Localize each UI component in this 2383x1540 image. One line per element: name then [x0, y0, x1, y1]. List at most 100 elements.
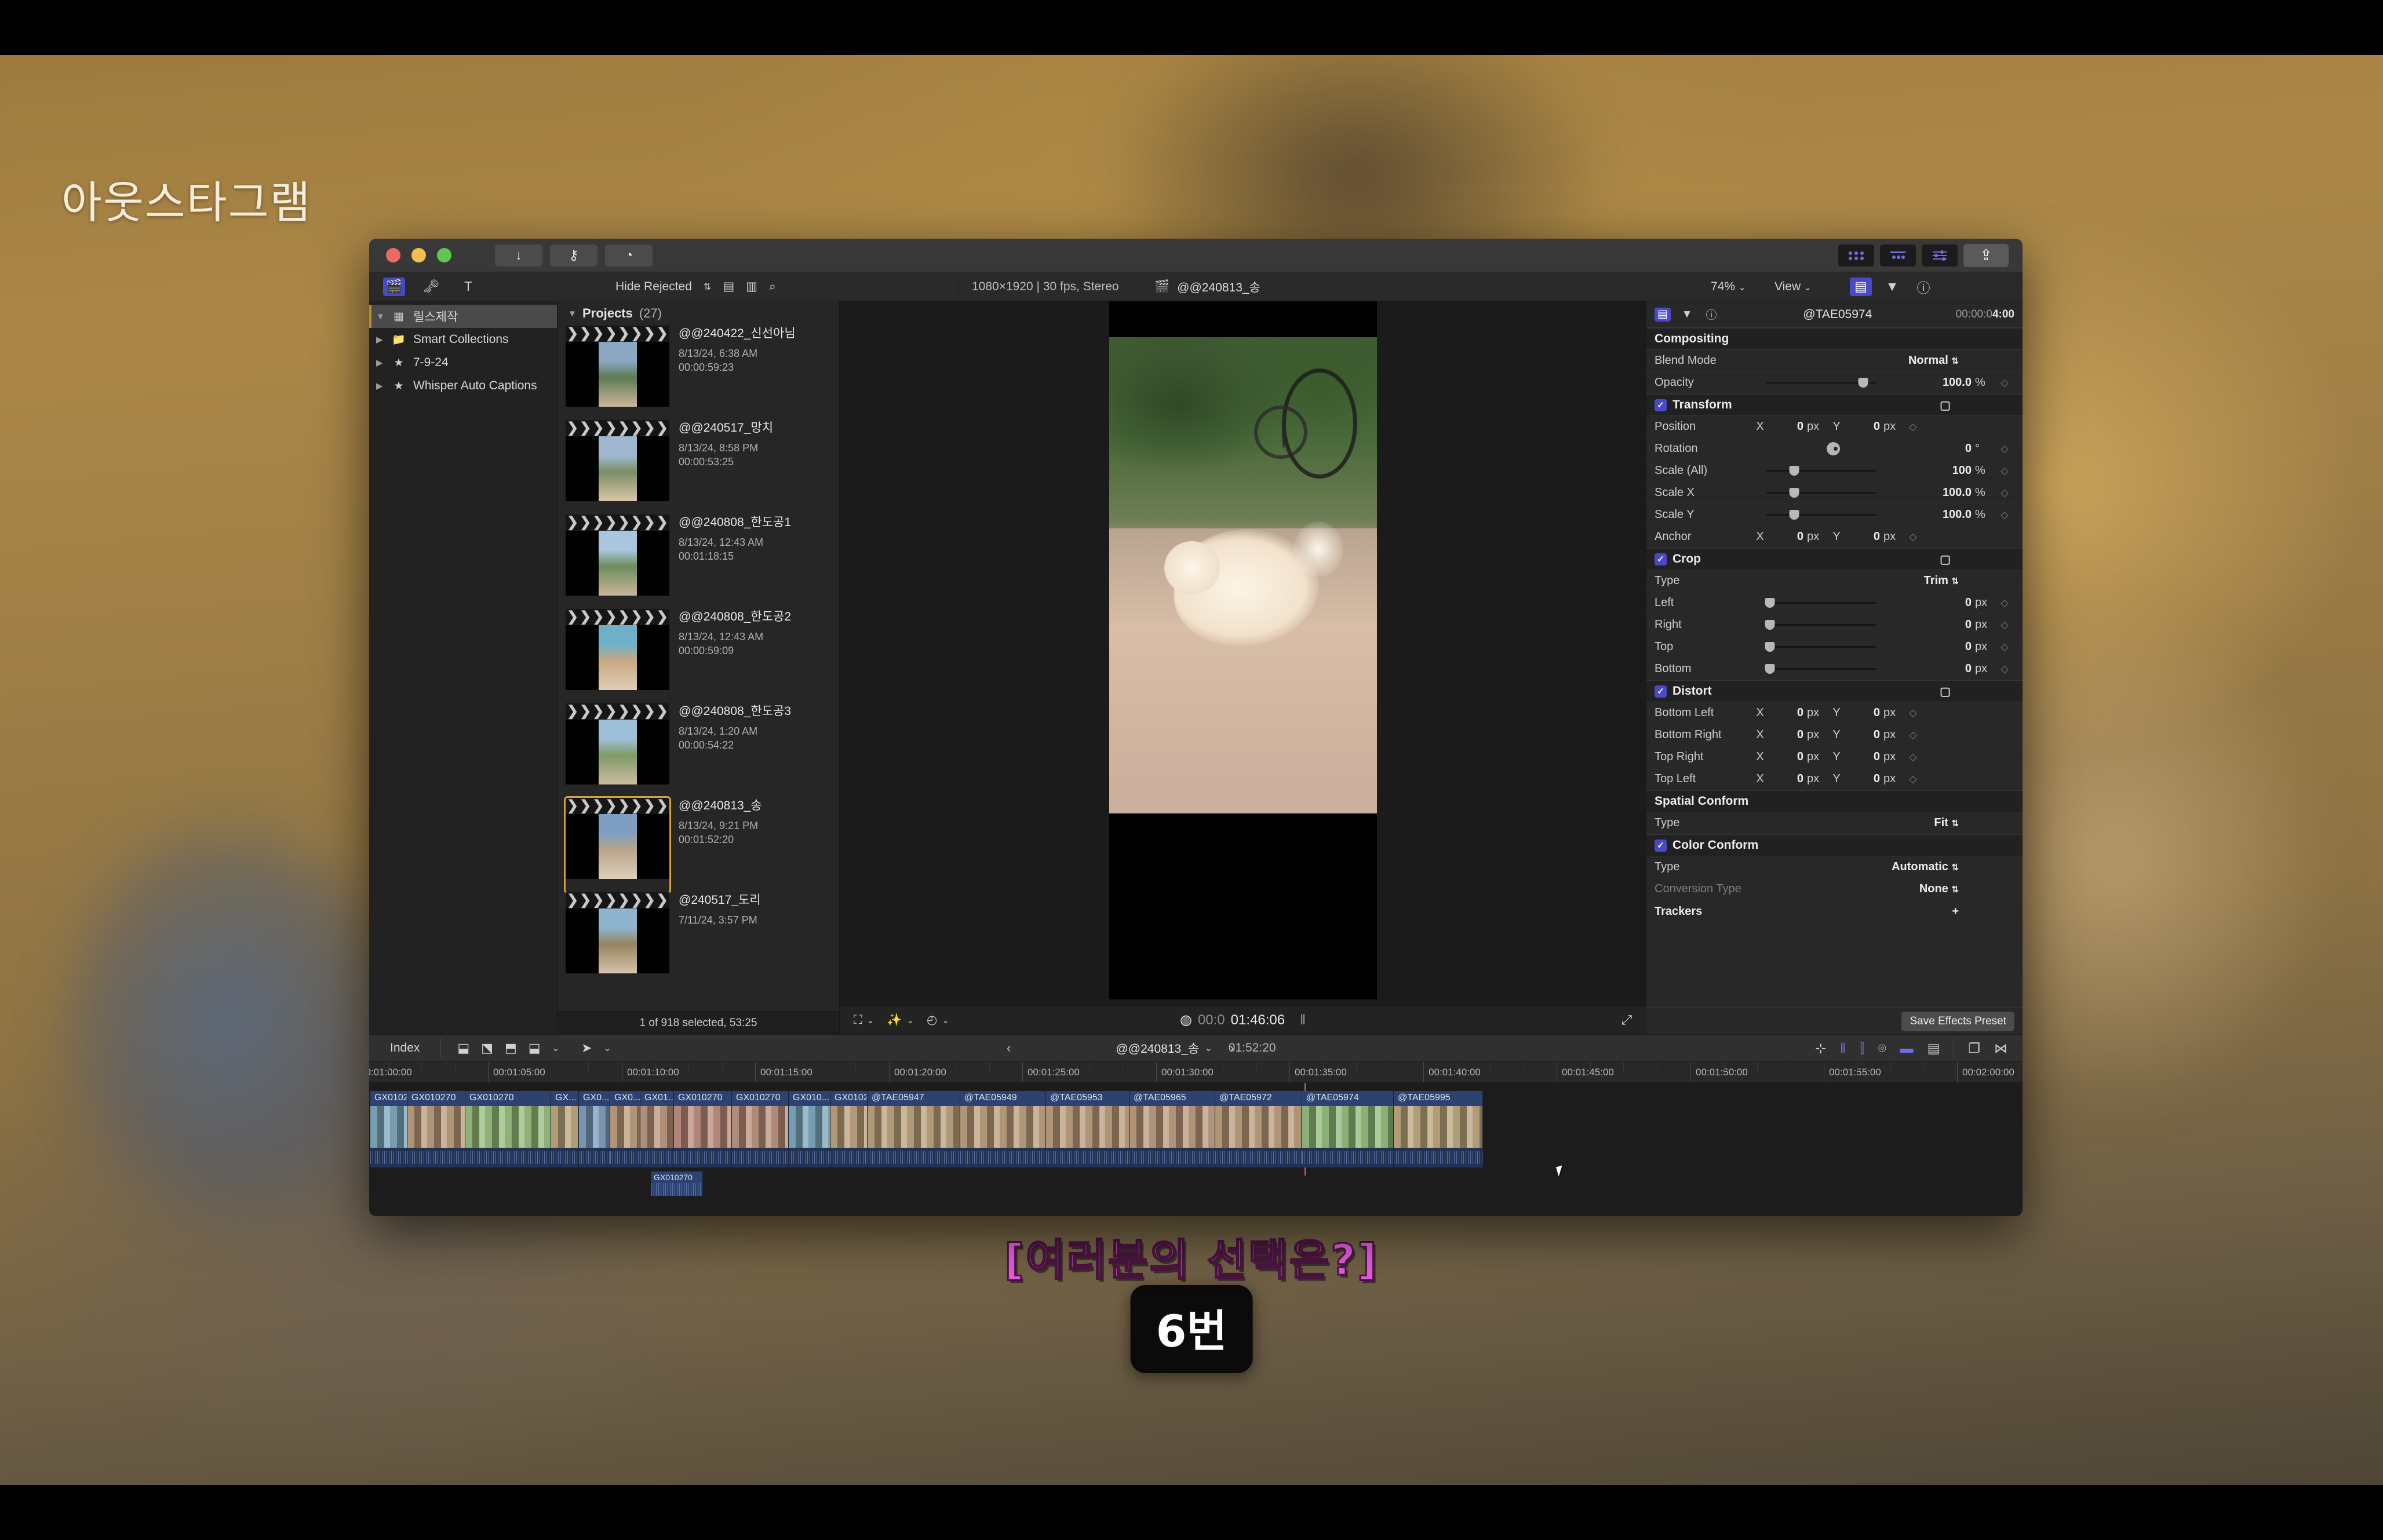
slider-knob[interactable] [1765, 642, 1775, 652]
keyframe-icon[interactable]: ◇ [1995, 487, 2014, 499]
property-slider[interactable] [1765, 664, 1876, 674]
trackers-row[interactable]: Trackers + [1646, 900, 2023, 922]
inspector-sections[interactable]: Compositing Blend Mode Normal ⇅ Opacity 100.… [1646, 328, 2023, 1008]
inspector-property-row[interactable]: Opacity 100.0% ◇ [1646, 372, 2023, 394]
property-value-y[interactable]: 0 [1846, 750, 1880, 764]
inspector-property-row[interactable]: Top 0 px ◇ [1646, 636, 2023, 658]
timeline-index-icon[interactable] [1880, 244, 1916, 267]
clip-tools-icon[interactable]: ⬓ [529, 1041, 541, 1056]
inspector-property-row[interactable]: Anchor X 0 px Y 0 px ◇ [1646, 526, 2023, 548]
save-effects-preset-button[interactable]: Save Effects Preset [1901, 1011, 2014, 1031]
project-list-item[interactable]: ❯ ❯ ❯ ❯ ❯ ❯ ❯ ❯ @@240808_한도공1 8/13/24, 12:43 AM 00… [566, 514, 839, 609]
video-inspector-icon[interactable]: ▤ [1655, 307, 1671, 322]
timeline-audio-strip[interactable] [407, 1148, 465, 1167]
timeline-audio-strip[interactable] [830, 1148, 868, 1167]
sidebar-item-library[interactable]: ▼ ▦ 릴스제작 [369, 305, 557, 328]
project-list-item[interactable]: ❯ ❯ ❯ ❯ ❯ ❯ ❯ ❯ @@240422_신선아님 8/13/24, 6:38 AM 00:… [566, 326, 839, 420]
project-thumbnail[interactable]: ❯ ❯ ❯ ❯ ❯ ❯ ❯ ❯ [564, 796, 671, 894]
property-value[interactable]: 0 [1916, 640, 1972, 654]
property-slider[interactable] [1765, 642, 1876, 652]
sidebar-item-smart-collections[interactable]: ▶ 📁 Smart Collections [369, 328, 557, 351]
project-thumbnail[interactable]: ❯ ❯ ❯ ❯ ❯ ❯ ❯ ❯ [566, 326, 669, 420]
project-list-item[interactable]: ❯ ❯ ❯ ❯ ❯ ❯ ❯ ❯ @@240813_송 8/13/24, 9:21 PM 00:01:… [564, 796, 839, 894]
project-thumbnail[interactable]: ❯ ❯ ❯ ❯ ❯ ❯ ❯ ❯ [566, 703, 669, 798]
hide-rejected-menu[interactable]: Hide Rejected [615, 280, 692, 294]
timeline-history-back[interactable]: ‹ [1007, 1041, 1011, 1056]
timeline-audio-strip[interactable] [640, 1148, 674, 1167]
inspector-section-header[interactable]: ✓ Transform ▢ [1646, 394, 2023, 416]
keyframe-icon[interactable]: ◇ [1903, 531, 1923, 543]
section-enable-checkbox[interactable]: ✓ [1655, 685, 1667, 698]
property-slider[interactable] [1765, 598, 1876, 608]
timeline-clip[interactable]: @TAE05974 [1302, 1091, 1394, 1148]
timeline-audio-strip[interactable] [960, 1148, 1046, 1167]
disclosure-triangle-icon[interactable]: ▼ [376, 312, 385, 322]
distort-onscreen-icon[interactable]: ▢ [1940, 684, 1951, 699]
crop-onscreen-icon[interactable]: ▢ [1940, 552, 1951, 567]
timeline-clip[interactable]: GX0... [610, 1091, 640, 1148]
inspector-icon[interactable]: ▤ [1850, 277, 1872, 296]
inspector-property-row[interactable]: Scale X 100.0% ◇ [1646, 482, 2023, 504]
inspector-property-row[interactable]: Bottom Right X 0 px Y 0 px ◇ [1646, 724, 2023, 746]
chevron-updown-icon[interactable]: ⇅ [704, 281, 711, 293]
inspector-property-row[interactable]: Scale (All) 100% ◇ [1646, 460, 2023, 482]
project-list-item[interactable]: ❯ ❯ ❯ ❯ ❯ ❯ ❯ ❯ @@240808_한도공2 8/13/24, 12:43 AM 00… [566, 609, 839, 703]
property-slider[interactable] [1766, 378, 1876, 388]
property-slider[interactable] [1765, 620, 1876, 630]
timeline-audio-strip[interactable] [610, 1148, 640, 1167]
keyframe-icon[interactable]: ◇ [1903, 773, 1923, 785]
project-thumbnail[interactable]: ❯ ❯ ❯ ❯ ❯ ❯ ❯ ❯ [566, 892, 669, 987]
effects-icon[interactable]: ⓘ [1912, 278, 1934, 296]
check-circle-icon[interactable]: ◔ [605, 244, 653, 267]
headphone-icon[interactable]: ⌾ [1878, 1041, 1886, 1056]
select-tool-icon[interactable]: ➤ [581, 1041, 592, 1056]
timeline-audio-strip[interactable] [732, 1148, 789, 1167]
timeline-clip[interactable]: GX010270 [830, 1091, 868, 1148]
transform-onscreen-icon[interactable]: ▢ [1940, 398, 1951, 413]
inspector-property-row[interactable]: Type Fit ⇅ [1646, 812, 2023, 834]
viewer-timecode[interactable]: ◍ 00:0 01:46:06 ‖ [1180, 1012, 1306, 1028]
timeline-clip[interactable]: @TAE05995 [1394, 1091, 1483, 1148]
project-list-item[interactable]: ❯ ❯ ❯ ❯ ❯ ❯ ❯ ❯ @@240808_한도공3 8/13/24, 1:20 AM 00:… [566, 703, 839, 798]
inspector-property-row[interactable]: Position X 0 px Y 0 px ◇ [1646, 416, 2023, 438]
solo-icon[interactable]: ⫿ [1860, 1041, 1864, 1056]
timeline-clip[interactable]: @TAE05972 [1215, 1091, 1302, 1148]
keyframe-icon[interactable]: ◇ [1903, 707, 1923, 719]
minimize-button[interactable] [411, 248, 426, 262]
keyframe-icon[interactable]: ◇ [1995, 509, 2014, 521]
viewer-view-menu[interactable]: View ⌄ [1775, 280, 1812, 294]
info-inspector-icon[interactable]: ⓘ [1703, 308, 1719, 322]
audio-inspector-icon[interactable]: ▼ [1679, 308, 1695, 322]
timeline-audio-strip[interactable] [1129, 1148, 1215, 1167]
audio-meters-icon[interactable] [1922, 244, 1958, 267]
property-popup-menu[interactable]: None ⇅ [1919, 882, 1959, 896]
project-thumbnail[interactable]: ❯ ❯ ❯ ❯ ❯ ❯ ❯ ❯ [566, 609, 669, 703]
project-thumbnail[interactable]: ❯ ❯ ❯ ❯ ❯ ❯ ❯ ❯ [566, 420, 669, 514]
section-enable-checkbox[interactable]: ✓ [1655, 839, 1667, 852]
inspector-section-header[interactable]: ✓ Crop ▢ [1646, 548, 2023, 570]
timeline-project-name[interactable]: @@240813_송 [1116, 1039, 1199, 1057]
timeline-clip[interactable]: @TAE05949 [960, 1091, 1046, 1148]
position-icon[interactable]: ⬒ [505, 1041, 517, 1056]
snapping-icon[interactable]: ▬ [1900, 1041, 1914, 1056]
keyframe-icon[interactable]: ◇ [1903, 729, 1923, 741]
inspector-property-row[interactable]: Right 0 px ◇ [1646, 614, 2023, 636]
timeline-audio-strip[interactable] [868, 1148, 960, 1167]
timeline-index-button[interactable]: Index [390, 1041, 420, 1055]
browser-grid-icon[interactable] [1838, 244, 1874, 267]
project-list-item[interactable]: ❯ ❯ ❯ ❯ ❯ ❯ ❯ ❯ @240517_도리 7/11/24, 3:57 PM [566, 892, 839, 987]
keyframe-icon[interactable]: ◇ [1995, 465, 2014, 477]
timeline-audio-strip[interactable] [465, 1148, 551, 1167]
project-list[interactable]: ❯ ❯ ❯ ❯ ❯ ❯ ❯ ❯ @@240422_신선아님 8/13/24, 6:38 AM 00:… [558, 326, 839, 1011]
timeline-clip[interactable]: GX010270 [407, 1091, 465, 1148]
download-icon[interactable]: ↓ [495, 244, 542, 267]
inspector-property-row[interactable]: Left 0 px ◇ [1646, 592, 2023, 614]
keywords-icon[interactable]: 🗝 [420, 278, 442, 296]
property-value[interactable]: 0 [1916, 662, 1972, 676]
timeline-history-forward[interactable]: › [1230, 1041, 1234, 1056]
disclosure-triangle-icon[interactable]: ▶ [376, 357, 384, 368]
inspector-property-row[interactable]: Rotation 0 ° ◇ [1646, 438, 2023, 460]
effects-browser-icon[interactable]: ⋈ [1994, 1041, 2007, 1056]
timeline-clip[interactable]: GX0... [579, 1091, 610, 1148]
retime-icon[interactable]: ◴ [927, 1013, 937, 1027]
